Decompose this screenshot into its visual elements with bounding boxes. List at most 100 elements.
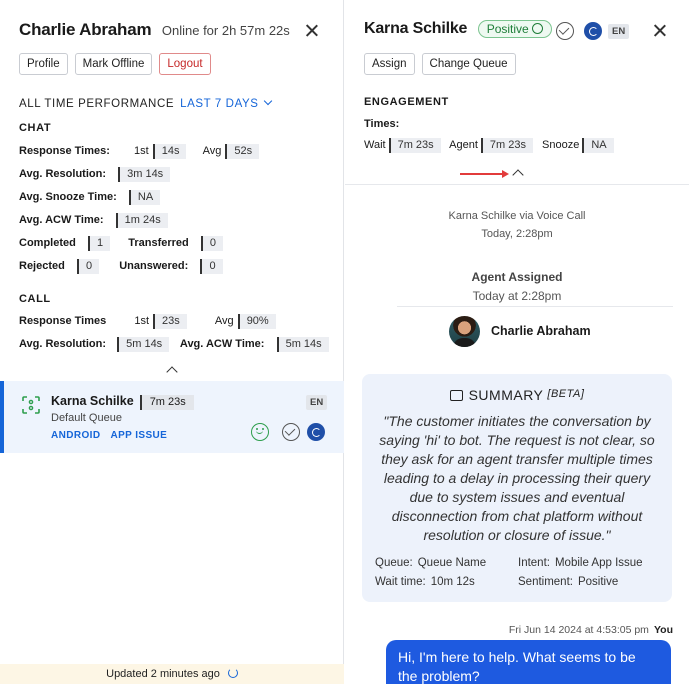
- agent-panel: Charlie Abraham Online for 2h 57m 22s Pr…: [0, 0, 344, 684]
- conversation-queue: Default Queue: [51, 412, 122, 424]
- summary-sentiment: Sentiment: Positive: [518, 576, 618, 588]
- message-timestamp: Fri Jun 14 2024 at 4:53:05 pm: [508, 624, 649, 636]
- assign-button[interactable]: Assign: [364, 53, 415, 75]
- section-divider: [345, 184, 689, 185]
- summary-sentiment-label: Sentiment:: [518, 576, 573, 588]
- agent-header: Charlie Abraham Online for 2h 57m 22s: [19, 20, 327, 44]
- call-avg-resolution-acw: Avg. Resolution: 5m 14s Avg. ACW Time: 5…: [19, 336, 329, 352]
- summary-sentiment-value: Positive: [577, 576, 619, 588]
- summary-title: SUMMARY: [468, 387, 544, 403]
- chat-response-times: Response Times: 1st 14s Avg 52s: [19, 143, 260, 159]
- summary-wait: Wait time: 10m 12s: [375, 576, 475, 588]
- call-avg-acw-value: 5m 14s: [276, 336, 329, 352]
- summary-wait-value: 10m 12s: [430, 576, 475, 588]
- red-arrow-head: [502, 170, 509, 178]
- chat-first-value: 14s: [152, 143, 187, 159]
- chat-avg-snooze-label: Avg. Snooze Time:: [19, 191, 117, 203]
- wait-value: 7m 23s: [388, 138, 441, 153]
- channel-event-time: Today, 2:28pm: [481, 228, 553, 240]
- chat-section-title: CHAT: [19, 122, 52, 134]
- profile-button[interactable]: Profile: [19, 53, 68, 75]
- chat-avg-value: 52s: [225, 143, 260, 159]
- chat-rejected-value: 0: [76, 258, 100, 274]
- agent-assigned-title: Agent Assigned: [471, 270, 563, 284]
- agent-avatar: [449, 316, 480, 347]
- call-avg-value: 90%: [237, 313, 276, 329]
- conversation-customer: Karna Schilke 7m 23s: [51, 394, 194, 410]
- close-icon[interactable]: [301, 20, 323, 42]
- customer-header: Karna Schilke Positive EN: [364, 20, 673, 44]
- chat-completed-value: 1: [87, 235, 111, 251]
- summary-intent-label: Intent:: [518, 557, 550, 569]
- chat-transferred-value: 0: [200, 235, 223, 251]
- chat-completed-label: Completed: [19, 237, 76, 249]
- voice-channel-icon: [584, 22, 602, 40]
- conversation-tags: ANDROID APP ISSUE: [51, 430, 177, 441]
- assigned-divider: [397, 306, 673, 307]
- tag-app-issue: APP ISSUE: [110, 430, 168, 441]
- collapse-engagement-icon[interactable]: [512, 169, 524, 181]
- summary-queue-value: Queue Name: [417, 557, 487, 569]
- voice-channel-icon: [307, 423, 325, 441]
- agent-assigned-time: Today at 2:28pm: [472, 289, 562, 303]
- call-transfer-icon[interactable]: [282, 423, 300, 441]
- conversation-card[interactable]: Karna Schilke 7m 23s Default Queue ANDROI…: [0, 381, 344, 453]
- ai-summary-icon: [449, 390, 463, 401]
- scan-conversation-icon: [22, 396, 40, 414]
- summary-header: SUMMARY [BETA]: [362, 387, 672, 403]
- agent-actions: Profile Mark Offline Logout: [19, 53, 211, 75]
- tag-android: ANDROID: [51, 430, 101, 441]
- chat-rejected-unanswered: Rejected 0 Unanswered: 0: [19, 258, 223, 274]
- summary-text: "The customer initiates the conversation…: [379, 413, 655, 543]
- customer-name: Karna Schilke: [364, 20, 468, 37]
- call-transfer-icon[interactable]: [556, 22, 574, 40]
- summary-intent: Intent: Mobile App Issue: [518, 557, 643, 569]
- engagement-times: Wait 7m 23s Agent 7m 23s Snooze NA: [364, 138, 620, 153]
- summary-queue: Queue: Queue Name: [375, 557, 486, 569]
- updated-banner: Updated 2 minutes ago: [0, 664, 344, 684]
- sentiment-label: Positive: [486, 22, 529, 36]
- collapse-performance-icon[interactable]: [166, 366, 178, 378]
- language-badge: EN: [306, 395, 328, 410]
- summary-wait-label: Wait time:: [375, 576, 426, 588]
- call-response-label: Response Times: [19, 315, 107, 327]
- summary-intent-value: Mobile App Issue: [554, 557, 643, 569]
- message-sender: You: [653, 624, 673, 636]
- call-avg-resolution-label: Avg. Resolution:: [19, 338, 106, 350]
- close-icon[interactable]: [649, 20, 671, 42]
- red-arrow-annotation: [460, 173, 506, 175]
- mark-offline-button[interactable]: Mark Offline: [74, 53, 153, 75]
- change-queue-button[interactable]: Change Queue: [421, 53, 516, 75]
- times-label: Times:: [364, 118, 400, 130]
- wait-label: Wait: [364, 139, 386, 152]
- call-section-title: CALL: [19, 293, 51, 305]
- logout-button[interactable]: Logout: [159, 53, 211, 75]
- snooze-label: Snooze: [542, 139, 580, 152]
- updated-text: Updated 2 minutes ago: [106, 668, 220, 680]
- call-avg-resolution-value: 5m 14s: [117, 336, 170, 352]
- language-badge: EN: [608, 24, 630, 39]
- chat-avg-acw: Avg. ACW Time: 1m 24s: [19, 212, 168, 228]
- performance-range-dropdown[interactable]: LAST 7 DAYS: [180, 96, 272, 110]
- chat-avg-snooze-value: NA: [128, 189, 161, 205]
- ai-summary-card: SUMMARY [BETA] "The customer initiates th…: [362, 374, 672, 602]
- chat-avg-acw-value: 1m 24s: [115, 212, 168, 228]
- chat-response-label: Response Times:: [19, 145, 110, 157]
- assigned-agent-name: Charlie Abraham: [491, 324, 591, 338]
- agent-time-label: Agent: [449, 139, 478, 152]
- call-first-value: 23s: [153, 313, 187, 329]
- message-meta: Fri Jun 14 2024 at 4:53:05 pm You: [509, 624, 673, 636]
- summary-beta-label: [BETA]: [547, 388, 585, 400]
- agent-name: Charlie Abraham: [19, 20, 152, 39]
- refresh-icon[interactable]: [227, 668, 238, 678]
- call-avg-label: Avg: [214, 315, 234, 327]
- online-status: Online for 2h 57m 22s: [161, 23, 290, 38]
- performance-title-text: ALL TIME PERFORMANCE: [19, 98, 175, 110]
- performance-range-label: LAST 7 DAYS: [180, 98, 259, 110]
- agent-message-bubble: Hi, I'm here to help. What seems to be t…: [386, 640, 671, 684]
- summary-queue-label: Queue:: [375, 557, 413, 569]
- chat-unanswered-value: 0: [200, 258, 223, 274]
- conversation-duration: 7m 23s: [139, 395, 194, 410]
- chat-avg-acw-label: Avg. ACW Time:: [19, 214, 104, 226]
- chat-avg-resolution-value: 3m 14s: [118, 166, 171, 182]
